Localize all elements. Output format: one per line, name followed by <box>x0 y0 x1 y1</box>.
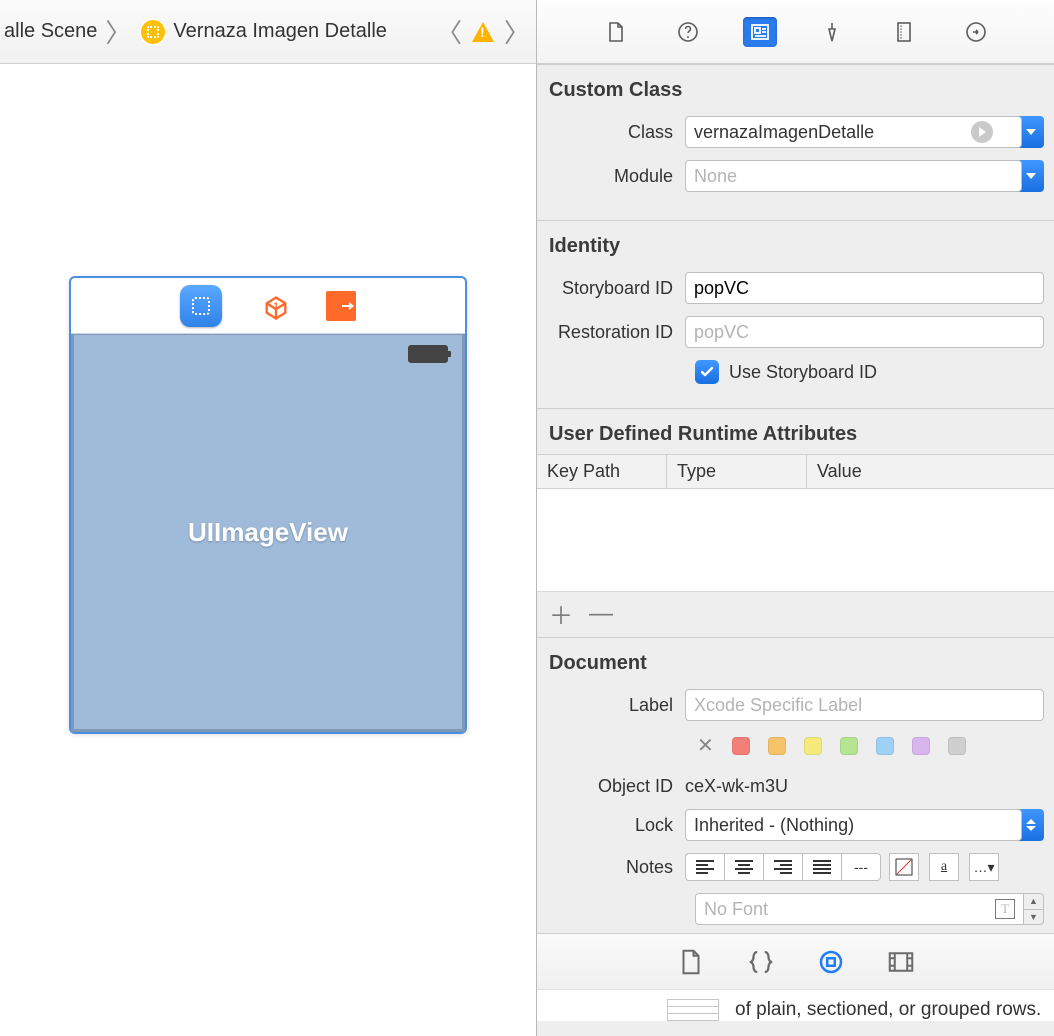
lock-value: Inherited - (Nothing) <box>694 815 854 836</box>
stepper-up-icon[interactable]: ▲ <box>1024 894 1043 910</box>
section-title: Identity <box>537 221 1054 266</box>
lock-label: Lock <box>537 815 685 836</box>
code-snippet-tab[interactable] <box>746 947 776 977</box>
table-header[interactable]: Key Path Type Value <box>537 455 1054 489</box>
class-value: vernazaImagenDetalle <box>694 122 874 143</box>
use-storyboard-id-checkbox[interactable] <box>695 360 719 384</box>
notes-font-placeholder: No Font <box>704 899 768 920</box>
identity-section: Identity Storyboard ID Restoration ID Us… <box>537 220 1054 390</box>
swatch-orange[interactable] <box>768 737 786 755</box>
identity-inspector-tab[interactable] <box>743 17 777 47</box>
storyboard-id-input[interactable] <box>685 272 1044 304</box>
lock-select[interactable]: Inherited - (Nothing) <box>685 809 1022 841</box>
inspector-tab-bar[interactable] <box>537 0 1054 64</box>
svg-text:1: 1 <box>273 301 278 311</box>
notes-font-button[interactable]: a <box>929 853 959 881</box>
stepper-down-icon[interactable]: ▼ <box>1024 910 1043 925</box>
align-none-button[interactable]: --- <box>841 853 881 881</box>
font-size-stepper[interactable]: ▲ ▼ <box>1024 893 1044 925</box>
table-view-thumbnail-icon <box>667 999 719 1021</box>
notes-label: Notes <box>537 857 685 878</box>
module-combo[interactable]: None <box>685 160 1022 192</box>
status-bar-battery-icon <box>408 345 448 363</box>
remove-attribute-button[interactable]: — <box>589 600 613 628</box>
first-responder-icon[interactable]: 1 <box>262 294 286 318</box>
storyboard-id-label: Storyboard ID <box>537 278 685 299</box>
class-combo[interactable]: vernazaImagenDetalle <box>685 116 1022 148</box>
view-controller-chip-icon[interactable] <box>180 285 222 327</box>
module-label: Module <box>537 166 685 187</box>
attributes-inspector-tab[interactable] <box>815 17 849 47</box>
align-justify-button[interactable] <box>802 853 842 881</box>
object-id-value: ceX-wk-m3U <box>685 776 788 797</box>
runtime-attributes-table[interactable]: Key Path Type Value ＋ — <box>537 454 1054 637</box>
scene-dock[interactable]: 1 <box>71 278 465 334</box>
font-picker-icon[interactable]: T <box>995 899 1015 919</box>
scene-view[interactable]: UIImageView <box>71 334 465 732</box>
col-value[interactable]: Value <box>807 455 1054 488</box>
section-title: Custom Class <box>537 65 1054 110</box>
class-label: Class <box>537 122 685 143</box>
quick-help-tab[interactable] <box>671 17 705 47</box>
custom-class-section: Custom Class Class vernazaImagenDetalle … <box>537 64 1054 198</box>
align-right-button[interactable] <box>763 853 803 881</box>
restoration-id-input[interactable] <box>685 316 1044 348</box>
swatch-purple[interactable] <box>912 737 930 755</box>
object-library-tab[interactable] <box>816 947 846 977</box>
object-id-label: Object ID <box>537 776 685 797</box>
notes-font-field[interactable]: No Font T <box>695 893 1024 925</box>
library-item-description: of plain, sectioned, or grouped rows. <box>537 989 1054 1021</box>
notes-alignment-segmented[interactable]: --- <box>685 853 881 881</box>
module-placeholder: None <box>694 166 737 187</box>
clear-color-button[interactable]: ✕ <box>697 733 714 758</box>
use-storyboard-id-label[interactable]: Use Storyboard ID <box>729 362 877 383</box>
library-snippet-text: of plain, sectioned, or grouped rows. <box>735 999 1041 1021</box>
section-title: Document <box>537 638 1054 683</box>
document-section: Document Label ✕ Object ID ceX-wk-m3U L <box>537 637 1054 925</box>
breadcrumb-bar[interactable]: alle Scene 〉 Vernaza Imagen Detalle 〈 〉 <box>0 0 536 64</box>
connections-inspector-tab[interactable] <box>959 17 993 47</box>
label-label: Label <box>537 695 685 716</box>
breadcrumb-separator: 〉 <box>103 13 133 50</box>
swatch-blue[interactable] <box>876 737 894 755</box>
media-library-tab[interactable] <box>886 947 916 977</box>
table-body[interactable] <box>537 489 1054 591</box>
breadcrumb-current[interactable]: Vernaza Imagen Detalle <box>173 20 386 43</box>
autocomplete-icon[interactable] <box>971 121 993 143</box>
view-controller-icon <box>139 18 167 46</box>
add-attribute-button[interactable]: ＋ <box>549 596 573 631</box>
nav-back-icon[interactable]: 〈 <box>434 13 464 50</box>
color-swatches[interactable]: ✕ <box>537 733 1054 758</box>
warning-icon[interactable] <box>472 22 494 42</box>
size-inspector-tab[interactable] <box>887 17 921 47</box>
file-inspector-tab[interactable] <box>599 17 633 47</box>
col-type[interactable]: Type <box>667 455 807 488</box>
section-title: User Defined Runtime Attributes <box>537 409 1054 454</box>
notes-more-button[interactable]: …▾ <box>969 853 999 881</box>
nav-forward-icon[interactable]: 〉 <box>502 13 532 50</box>
scene-frame[interactable]: 1 UIImageView <box>69 276 467 734</box>
align-left-button[interactable] <box>685 853 725 881</box>
restoration-id-label: Restoration ID <box>537 322 685 343</box>
align-center-button[interactable] <box>724 853 764 881</box>
file-template-tab[interactable] <box>676 947 706 977</box>
col-keypath[interactable]: Key Path <box>537 455 667 488</box>
breadcrumb-scene[interactable]: alle Scene <box>4 20 97 43</box>
label-input[interactable] <box>685 689 1044 721</box>
swatch-red[interactable] <box>732 737 750 755</box>
storyboard-canvas[interactable]: 1 UIImageView <box>0 64 536 1036</box>
swatch-yellow[interactable] <box>804 737 822 755</box>
swatch-gray[interactable] <box>948 737 966 755</box>
notes-diagonal-button[interactable] <box>889 853 919 881</box>
library-tab-bar[interactable] <box>537 933 1054 989</box>
runtime-attributes-section: User Defined Runtime Attributes Key Path… <box>537 408 1054 637</box>
uiimageview-placeholder[interactable]: UIImageView <box>188 517 348 548</box>
exit-icon[interactable] <box>326 291 356 321</box>
swatch-green[interactable] <box>840 737 858 755</box>
